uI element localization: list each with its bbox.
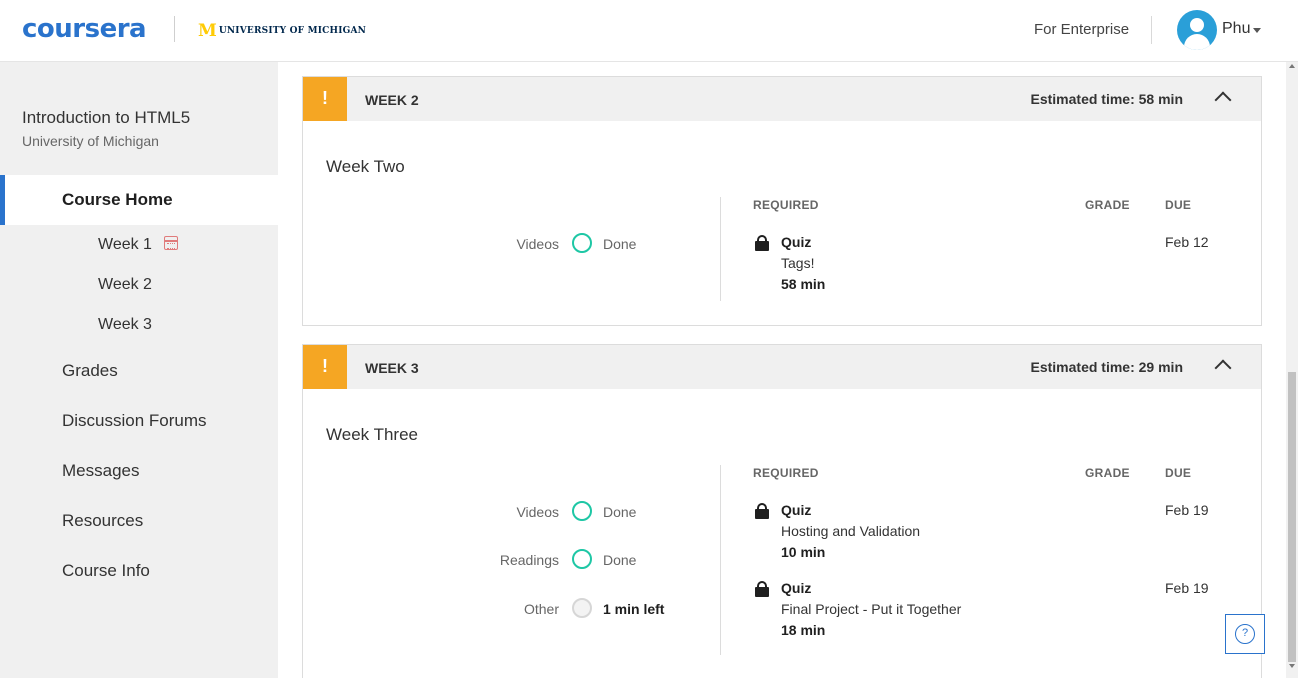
progress-pending-icon [572,598,592,618]
sidebar-item-week-1[interactable]: Week 1 [98,236,152,254]
help-icon: ? [1235,624,1255,644]
warning-icon: ! [303,345,347,389]
page-scrollbar[interactable] [1286,62,1298,678]
sidebar-item-discussion-forums[interactable]: Discussion Forums [62,411,207,431]
lock-icon [755,235,769,251]
chevron-up-icon[interactable] [1214,359,1232,377]
column-divider [720,465,721,655]
university-logo[interactable]: M UNIVERSITY OF MICHIGAN [198,21,366,41]
course-title[interactable]: Introduction to HTML5 [22,108,190,128]
item-name[interactable]: Final Project - Put it Together [781,601,961,617]
chevron-up-icon[interactable] [1214,91,1232,109]
header-divider [1151,16,1152,44]
sidebar-item-week-2[interactable]: Week 2 [98,276,152,294]
course-university: University of Michigan [22,133,159,149]
item-name[interactable]: Tags! [781,255,814,271]
help-button[interactable]: ? [1225,614,1265,654]
progress-done-icon [572,501,592,521]
course-sidebar: Introduction to HTML5 University of Mich… [0,62,278,678]
sidebar-item-grades[interactable]: Grades [62,361,118,381]
progress-state: Done [603,504,637,520]
item-type[interactable]: Quiz [781,234,811,250]
week-title: Week Three [326,425,418,444]
progress-label: Other [523,601,559,617]
user-menu-name[interactable]: Phu [1222,20,1250,38]
umich-wordmark: UNIVERSITY OF MICHIGAN [218,26,367,36]
week-header[interactable]: ! WEEK 2 Estimated time: 58 min [303,77,1261,121]
progress-state: 1 min left [603,601,665,617]
item-due-date: Feb 19 [1165,580,1209,596]
item-type[interactable]: Quiz [781,580,811,596]
estimated-time: Estimated time: 29 min [1030,359,1184,375]
scrollbar-thumb[interactable] [1288,372,1296,662]
item-due-date: Feb 19 [1165,502,1209,518]
for-enterprise-link[interactable]: For Enterprise [1034,21,1129,38]
estimated-time: Estimated time: 58 min [1030,91,1184,107]
lock-icon [755,503,769,519]
logo-divider [174,16,175,42]
sidebar-item-week-3[interactable]: Week 3 [98,316,152,334]
item-duration: 58 min [781,276,826,292]
week-label: WEEK 2 [365,92,419,108]
warning-icon: ! [303,77,347,121]
sidebar-item-course-info[interactable]: Course Info [62,561,150,581]
user-avatar-icon[interactable] [1177,10,1217,50]
due-column-header: DUE [1165,198,1192,212]
item-name[interactable]: Hosting and Validation [781,523,920,539]
progress-state: Done [603,552,637,568]
scroll-down-arrow-icon[interactable] [1289,664,1295,668]
progress-done-icon [572,233,592,253]
lock-icon [755,581,769,597]
due-column-header: DUE [1165,466,1192,480]
progress-label: Readings [499,552,559,568]
item-duration: 10 min [781,544,826,560]
week-header[interactable]: ! WEEK 3 Estimated time: 29 min [303,345,1261,389]
avatar-head [1190,18,1204,32]
progress-state: Done [603,236,637,252]
umich-block-m-icon: M [198,21,217,41]
calendar-icon [164,236,178,250]
item-duration: 18 min [781,622,826,638]
week-card: ! WEEK 2 Estimated time: 58 min Week Two… [302,76,1262,326]
item-due-date: Feb 12 [1165,234,1209,250]
caret-down-icon[interactable] [1253,28,1261,33]
sidebar-item-resources[interactable]: Resources [62,511,143,531]
sidebar-item-label: Course Home [62,190,173,209]
grade-column-header: GRADE [1085,198,1130,212]
sidebar-item-messages[interactable]: Messages [62,461,139,481]
progress-label: Videos [516,236,559,252]
progress-label: Videos [516,504,559,520]
grade-column-header: GRADE [1085,466,1130,480]
progress-done-icon [572,549,592,569]
lock-body [755,587,769,597]
lock-body [755,241,769,251]
column-divider [720,197,721,301]
coursera-logo[interactable]: coursera [22,14,147,44]
week-title: Week Two [326,157,405,176]
avatar-body [1184,34,1210,50]
required-column-header: REQUIRED [753,198,819,212]
scroll-up-arrow-icon[interactable] [1289,64,1295,68]
main-content: ! WEEK 2 Estimated time: 58 min Week Two… [278,62,1286,678]
week-card: ! WEEK 3 Estimated time: 29 min Week Thr… [302,344,1262,678]
sidebar-item-course-home[interactable]: Course Home [0,175,278,225]
week-label: WEEK 3 [365,360,419,376]
required-column-header: REQUIRED [753,466,819,480]
item-type[interactable]: Quiz [781,502,811,518]
top-navigation-bar: coursera M UNIVERSITY OF MICHIGAN For En… [0,0,1298,62]
lock-body [755,509,769,519]
